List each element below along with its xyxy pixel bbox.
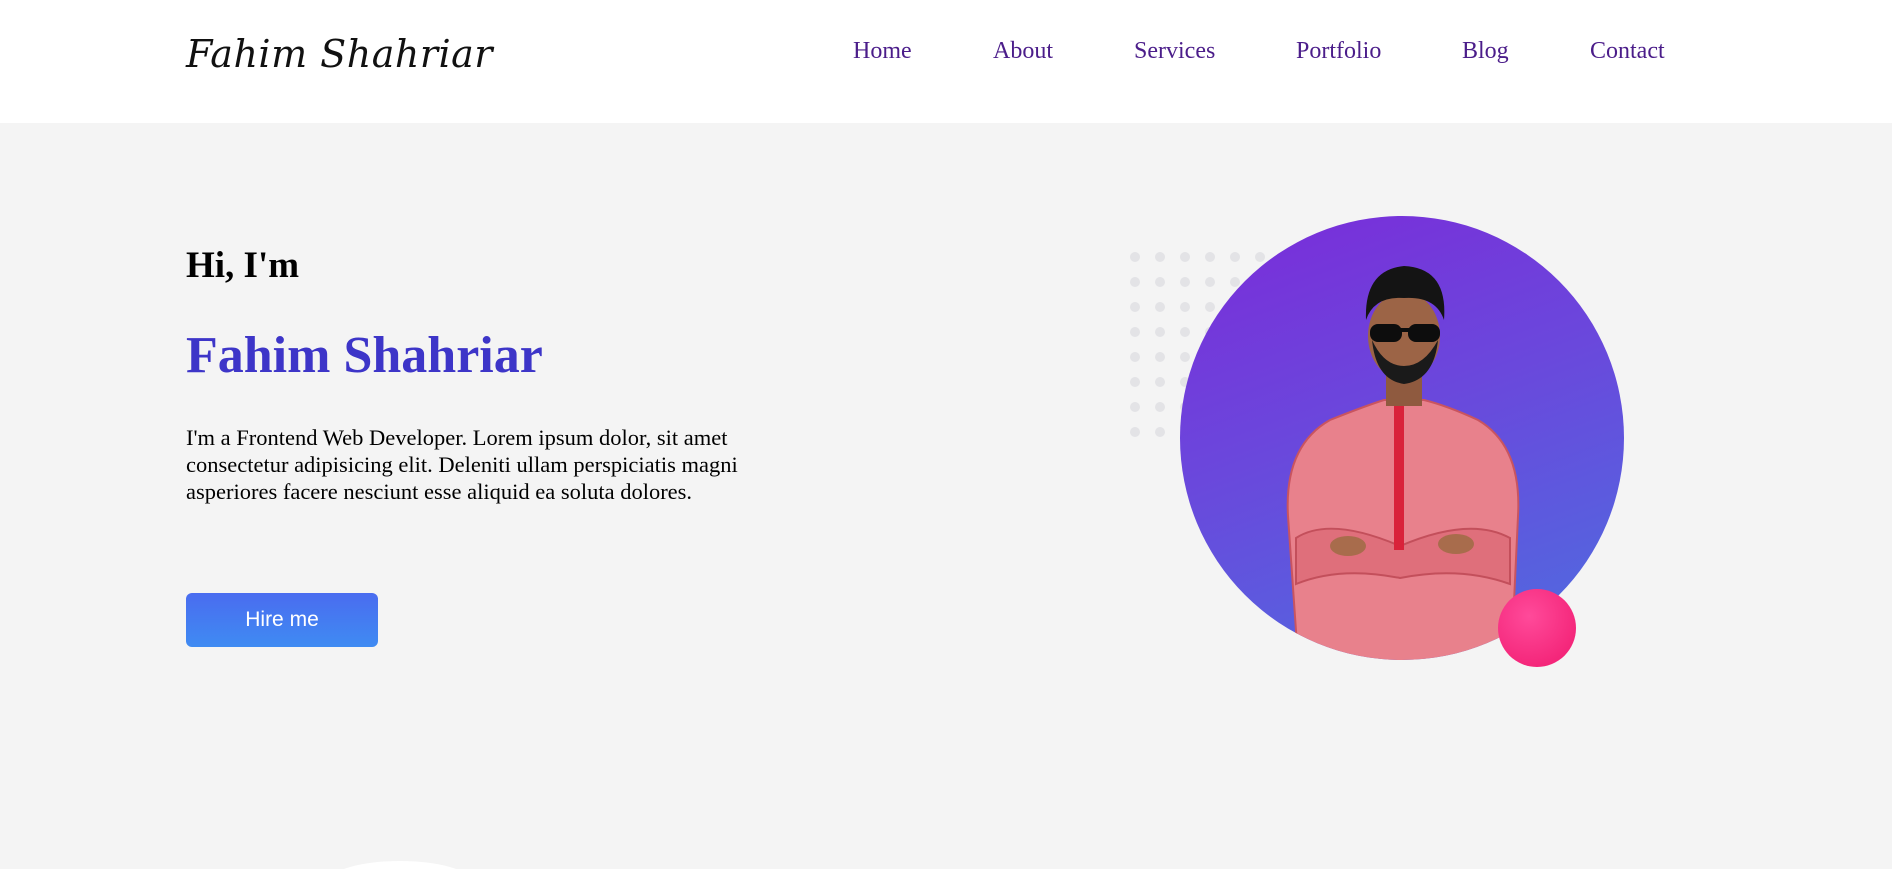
dot [1155, 327, 1165, 337]
hire-me-button[interactable]: Hire me [186, 593, 378, 647]
hero-greeting: Hi, I'm [186, 245, 300, 286]
profile-photo-icon [1286, 266, 1520, 660]
dot [1130, 377, 1140, 387]
profile-photo-circle [1180, 216, 1624, 660]
dot [1155, 402, 1165, 412]
decorative-pink-circle [1498, 589, 1576, 667]
dot [1230, 277, 1240, 287]
dot [1155, 277, 1165, 287]
dot [1180, 277, 1190, 287]
nav-services[interactable]: Services [1134, 38, 1215, 65]
dot [1180, 302, 1190, 312]
nav-contact[interactable]: Contact [1590, 38, 1665, 65]
nav-blog[interactable]: Blog [1462, 38, 1509, 65]
dot [1130, 302, 1140, 312]
dot [1155, 427, 1165, 437]
dot [1130, 427, 1140, 437]
dot [1180, 252, 1190, 262]
dot [1155, 302, 1165, 312]
dot [1130, 352, 1140, 362]
dot [1180, 352, 1190, 362]
dot [1205, 302, 1215, 312]
dot [1155, 252, 1165, 262]
dot [1130, 252, 1140, 262]
hero-description: I'm a Frontend Web Developer. Lorem ipsu… [186, 425, 738, 504]
dot [1205, 277, 1215, 287]
site-header: Fahim Shahriar Home About Services Portf… [0, 0, 1892, 123]
decorative-wave [330, 861, 470, 869]
dot [1155, 377, 1165, 387]
dot [1255, 252, 1265, 262]
hero-name: Fahim Shahriar [186, 327, 543, 384]
dot [1180, 327, 1190, 337]
site-logo[interactable]: Fahim Shahriar [186, 32, 493, 76]
dot [1130, 277, 1140, 287]
dot [1155, 352, 1165, 362]
nav-portfolio[interactable]: Portfolio [1296, 38, 1381, 65]
dot [1205, 252, 1215, 262]
dot [1130, 402, 1140, 412]
nav-about[interactable]: About [993, 38, 1053, 65]
nav-home[interactable]: Home [853, 38, 912, 65]
dot [1130, 327, 1140, 337]
dot [1230, 252, 1240, 262]
